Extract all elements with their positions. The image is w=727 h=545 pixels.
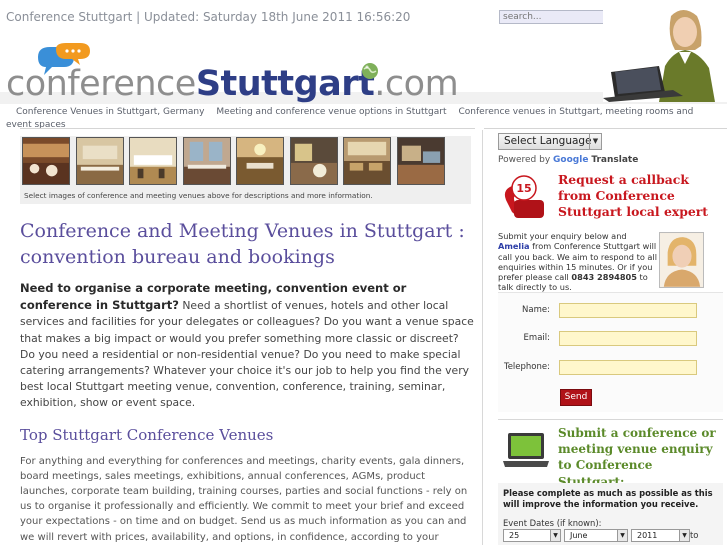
contact-avatar <box>659 232 704 288</box>
sidebar-section-divider <box>498 419 723 420</box>
section-paragraph: For anything and everything for conferen… <box>20 455 468 543</box>
main-content: Conference and Meeting Venues in Stuttga… <box>20 218 475 545</box>
venue-thumb-restaurant[interactable] <box>290 137 338 185</box>
laptop-icon <box>503 433 549 467</box>
chevron-down-icon: ▼ <box>589 134 601 149</box>
name-field[interactable] <box>559 303 697 318</box>
telephone-label: Telephone: <box>503 362 550 372</box>
name-label: Name: <box>522 305 550 315</box>
chevron-down-icon: ▼ <box>550 530 560 541</box>
logo-part-domain: .com <box>374 64 459 104</box>
sidebar-border <box>482 130 483 545</box>
form-instructions: Please complete as much as possible as t… <box>503 488 713 509</box>
venue-thumb-boardroom[interactable] <box>236 137 284 185</box>
logo-text: conferenceStuttgart.com <box>6 64 459 104</box>
start-year-value: 2011 <box>637 531 658 540</box>
enquiry-description: Submit your enquiry below and Amelia fro… <box>498 231 660 293</box>
venue-thumb-conference-room[interactable] <box>76 137 124 185</box>
venue-thumb-hotel-room[interactable] <box>397 137 445 185</box>
email-label: Email: <box>523 333 550 343</box>
enquiry-pre: Submit your enquiry below and <box>498 231 627 241</box>
globe-icon <box>362 63 378 79</box>
submit-enquiry-title: Submit a conference or meeting venue enq… <box>558 426 716 489</box>
powered-by-google: Powered by Google Translate <box>498 155 638 165</box>
chevron-down-icon: ▼ <box>679 530 689 541</box>
start-day-select[interactable]: 25 ▼ <box>503 529 561 542</box>
intro-paragraph: Need to organise a corporate meeting, co… <box>20 280 475 412</box>
nav-link-venues[interactable]: Conference Venues in Stuttgart, Germany <box>16 107 204 117</box>
section-title: Top Stuttgart Conference Venues <box>20 425 274 444</box>
send-button[interactable]: Send <box>560 389 592 406</box>
callback-form: Name: Email: Telephone: Send <box>498 292 723 412</box>
venue-thumb-dining-room[interactable] <box>183 137 231 185</box>
venue-thumb-lounge[interactable] <box>343 137 391 185</box>
callback-title: Request a callback from Conference Stutt… <box>558 172 709 219</box>
sidebar-divider <box>484 128 727 129</box>
date-to-label: to <box>690 530 699 540</box>
start-month-value: June <box>570 531 588 540</box>
logo-part-city: Stuttgart <box>195 64 375 104</box>
site-logo[interactable]: conferenceStuttgart.com <box>6 42 459 104</box>
start-year-select[interactable]: 2011 ▼ <box>631 529 690 542</box>
contact-name: Amelia <box>498 241 530 252</box>
language-select-label: Select Language <box>504 135 592 147</box>
gallery-caption: Select images of conference and meeting … <box>24 191 373 200</box>
phone-callback-icon: 15 <box>504 175 544 218</box>
page-title: Conference and Meeting Venues in Stuttga… <box>20 220 465 268</box>
event-dates-label: Event Dates (if known): <box>503 518 602 528</box>
email-row: Email: <box>498 331 723 347</box>
venue-thumb-meeting-table[interactable] <box>129 137 177 185</box>
email-field[interactable] <box>559 331 697 346</box>
nav-link-options[interactable]: Meeting and conference venue options in … <box>216 107 446 117</box>
powered-by-label: Powered by <box>498 155 551 165</box>
telephone-field[interactable] <box>559 360 697 375</box>
translate-label: Translate <box>591 155 639 165</box>
venue-thumb-banquet[interactable] <box>22 137 70 185</box>
start-day-value: 25 <box>509 531 520 540</box>
start-month-select[interactable]: June ▼ <box>564 529 628 542</box>
site-update-line: Conference Stuttgart | Updated: Saturday… <box>6 10 411 24</box>
callback-badge: 15 <box>516 182 531 195</box>
language-select[interactable]: Select Language ▼ <box>498 133 602 150</box>
breadcrumb-nav: Conference Venues in Stuttgart, Germany M… <box>6 106 721 134</box>
content-divider <box>20 128 475 129</box>
telephone-row: Telephone: <box>498 360 723 376</box>
phone-number: 0843 2894805 <box>571 272 637 283</box>
google-logo: Google <box>553 155 589 165</box>
enquiry-form: Please complete as much as possible as t… <box>498 483 723 545</box>
intro-text: Need a shortlist of venues, hotels and o… <box>20 299 474 410</box>
venue-gallery: Select images of conference and meeting … <box>20 136 471 204</box>
chevron-down-icon: ▼ <box>617 530 627 541</box>
name-row: Name: <box>498 303 723 319</box>
logo-part-conference: conference <box>6 64 196 104</box>
woman-at-laptop-image <box>603 6 727 102</box>
